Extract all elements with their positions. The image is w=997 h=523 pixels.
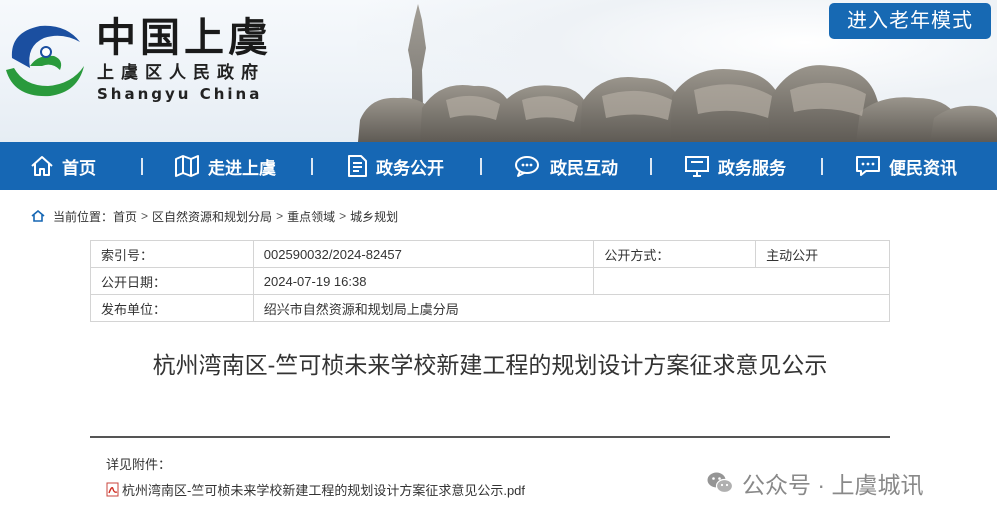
- watermark-text: 公众号 · 上虞城讯: [742, 472, 924, 498]
- main-nav: 首页 走进上虞 政务公开 政民互动 政务服务 便民资讯: [0, 142, 997, 190]
- document-meta-table: 索引号： 002590032/2024-82457 公开方式： 主动公开 公开日…: [90, 240, 891, 322]
- breadcrumb-separator: >: [339, 209, 347, 223]
- breadcrumb-prefix: 当前位置：: [53, 209, 114, 224]
- nav-label: 走进上虞: [208, 158, 276, 178]
- table-row: 发布单位： 绍兴市自然资源和规划局上虞分局: [90, 294, 891, 322]
- logo-title: 中国上虞: [96, 14, 272, 61]
- attachment-link[interactable]: 杭州湾南区-竺可桢未来学校新建工程的规划设计方案征求意见公示.pdf: [106, 480, 525, 499]
- nav-item-gov-affairs[interactable]: 政务公开: [346, 142, 444, 190]
- title-divider: [90, 436, 890, 438]
- nav-label: 政务服务: [718, 158, 786, 178]
- nav-item-about[interactable]: 走进上虞: [174, 142, 276, 190]
- nav-item-interaction[interactable]: 政民互动: [514, 142, 618, 190]
- nav-label: 政务公开: [376, 158, 444, 178]
- nav-item-info[interactable]: 便民资讯: [855, 142, 957, 190]
- nav-item-home[interactable]: 首页: [30, 142, 96, 190]
- attachment-filename: 杭州湾南区-竺可桢未来学校新建工程的规划设计方案征求意见公示.pdf: [122, 483, 526, 498]
- open-mode-label: 公开方式：: [593, 240, 757, 268]
- breadcrumb-link-planning[interactable]: 城乡规划: [350, 208, 398, 225]
- shangyu-logo-icon: [6, 25, 84, 97]
- logo-district-name: 上虞区人民政府: [97, 63, 265, 83]
- date-label: 公开日期：: [90, 267, 254, 295]
- breadcrumb-home-icon: [31, 210, 45, 222]
- date-value: 2024-07-19 16:38: [252, 267, 595, 295]
- breadcrumb-link-bureau[interactable]: 区自然资源和规划分局: [152, 208, 272, 225]
- open-mode-value: 主动公开: [755, 240, 890, 268]
- wechat-watermark: 公众号 · 上虞城讯: [706, 466, 923, 500]
- publisher-label: 发布单位：: [90, 294, 254, 322]
- index-value: 002590032/2024-82457: [252, 240, 595, 268]
- document-icon: [348, 155, 367, 177]
- nav-separator: [141, 158, 143, 175]
- table-row: 索引号： 002590032/2024-82457 公开方式： 主动公开: [90, 240, 890, 268]
- breadcrumb-separator: >: [276, 209, 284, 223]
- nav-label: 政民互动: [550, 158, 618, 178]
- publisher-value: 绍兴市自然资源和规划局上虞分局: [252, 294, 891, 322]
- nav-separator: [311, 158, 313, 175]
- breadcrumb: 当前位置： 首页 > 区自然资源和规划分局 > 重点领域 > 城乡规划: [31, 207, 398, 225]
- nav-item-services[interactable]: 政务服务: [684, 142, 786, 190]
- map-icon: [175, 155, 199, 177]
- table-row: 公开日期： 2024-07-19 16:38: [90, 267, 890, 295]
- attachments-label: 详见附件：: [106, 457, 172, 472]
- nav-label: 便民资讯: [889, 158, 957, 178]
- nav-separator: [480, 158, 482, 175]
- elder-mode-button[interactable]: 进入老年模式: [829, 3, 991, 39]
- message-icon: [856, 156, 880, 176]
- monitor-icon: [685, 156, 709, 177]
- chat-icon: [515, 156, 539, 177]
- header-banner: 中国上虞 上虞区人民政府 Shangyu China 进入老年模式: [0, 0, 997, 142]
- index-label: 索引号：: [90, 240, 254, 268]
- wechat-icon: [707, 472, 734, 494]
- logo-english-name: Shangyu China: [97, 85, 263, 103]
- article-title: 杭州湾南区-竺可桢未来学校新建工程的规划设计方案征求意见公示: [152, 352, 828, 378]
- home-icon: [31, 156, 53, 176]
- breadcrumb-link-key-areas[interactable]: 重点领域: [287, 208, 335, 225]
- pdf-icon: [106, 482, 119, 497]
- nav-separator: [821, 158, 823, 175]
- breadcrumb-link-home[interactable]: 首页: [113, 208, 137, 225]
- nav-label: 首页: [62, 158, 96, 178]
- nav-separator: [650, 158, 652, 175]
- empty-cell: [593, 267, 890, 295]
- breadcrumb-separator: >: [141, 209, 149, 223]
